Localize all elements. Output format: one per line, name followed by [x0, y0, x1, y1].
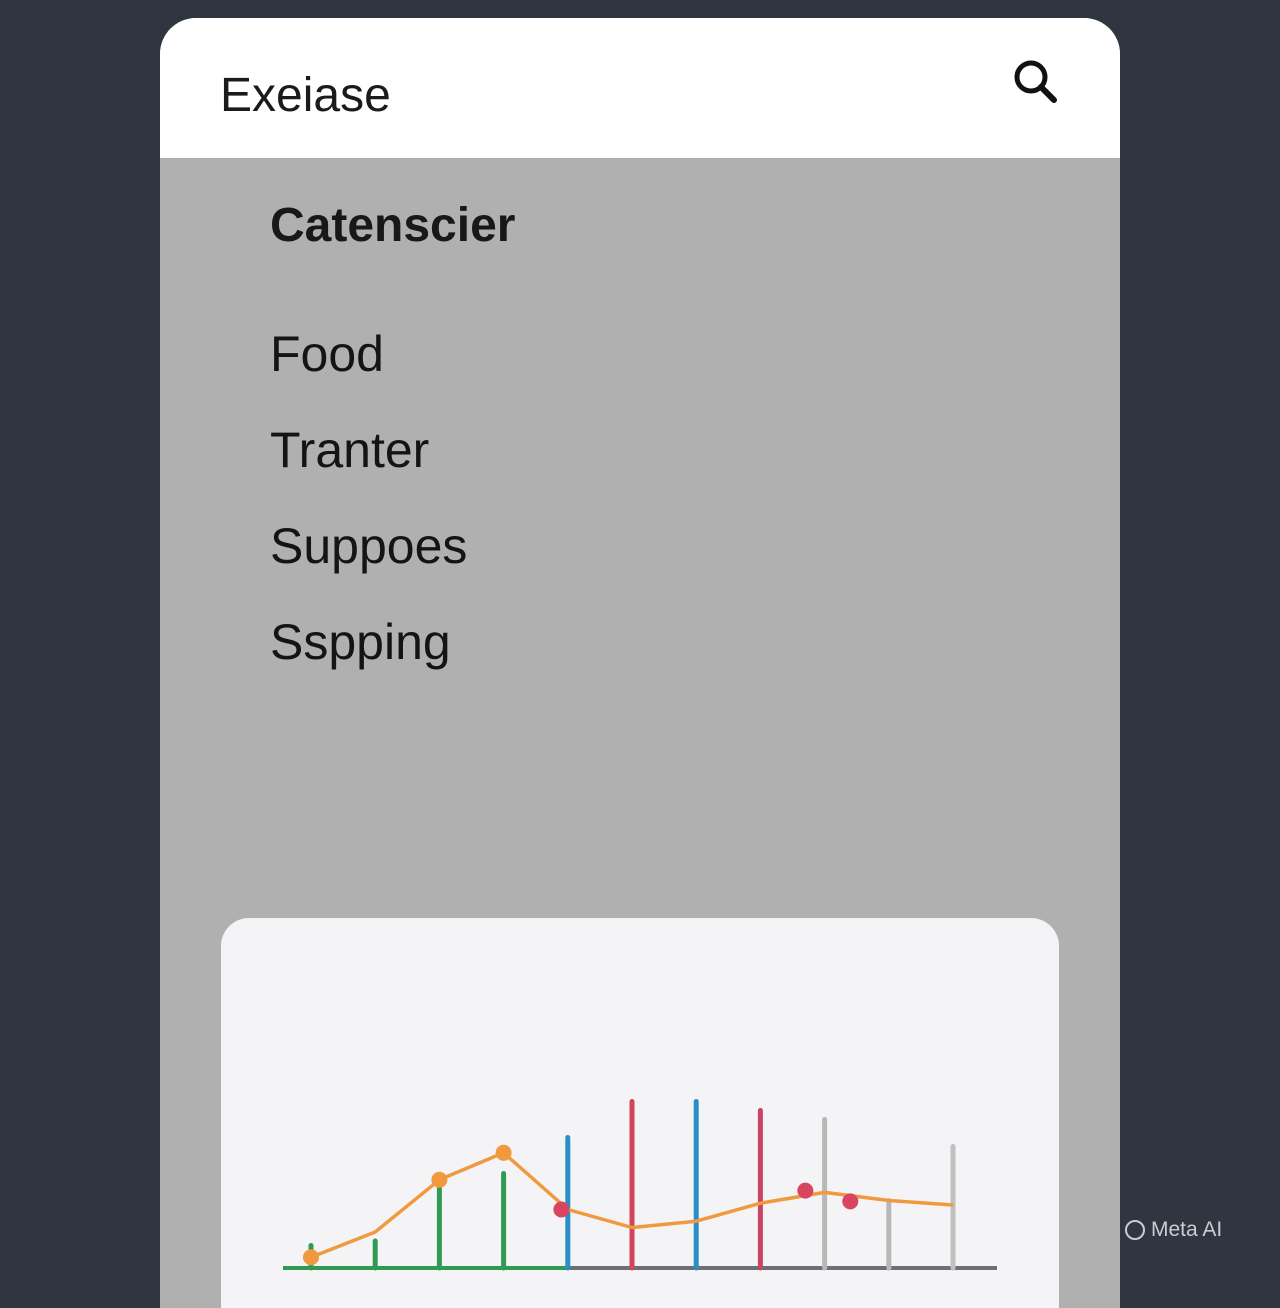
meta-ai-logo-icon	[1125, 1220, 1145, 1240]
category-item-suppoes[interactable]: Suppoes	[270, 516, 467, 612]
search-icon	[1014, 60, 1057, 103]
chart-point	[842, 1193, 859, 1210]
watermark: Meta AI	[1125, 1218, 1222, 1242]
category-item-sspping[interactable]: Sspping	[270, 612, 467, 708]
category-list: Food Tranter Suppoes Sspping	[270, 324, 467, 708]
category-item-tranter[interactable]: Tranter	[270, 420, 467, 516]
chart-point	[553, 1201, 570, 1218]
app-bar: Exeiase	[160, 18, 1120, 158]
watermark-text: Meta AI	[1151, 1218, 1223, 1241]
spending-chart	[283, 1099, 997, 1271]
chart-card	[221, 918, 1059, 1308]
chart-point	[303, 1249, 319, 1266]
chart-point	[495, 1144, 512, 1161]
category-item-food[interactable]: Food	[270, 324, 467, 420]
section-heading: Catenscier	[270, 199, 516, 252]
app-window: Exeiase Catenscier Food Tranter Suppoes …	[160, 18, 1120, 1308]
chart-point	[431, 1171, 448, 1188]
chart-point	[797, 1182, 814, 1199]
search-button[interactable]	[1008, 54, 1064, 110]
app-title: Exeiase	[220, 68, 391, 122]
